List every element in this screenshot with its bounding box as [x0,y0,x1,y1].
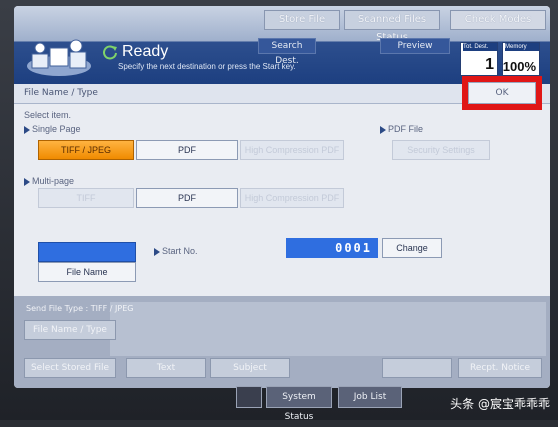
ok-button-highlighted[interactable]: OK [462,76,542,110]
high-compression-pdf-option[interactable]: High Compression PDF [240,140,344,160]
arrow-icon [154,247,160,256]
change-button[interactable]: Change [382,238,442,258]
select-item-label: Select item. [24,110,72,120]
arrow-icon [24,177,30,186]
check-modes-button[interactable]: Check Modes [450,10,546,30]
arrow-icon [380,125,386,134]
text-button[interactable]: Text [126,358,206,378]
file-name-button[interactable]: File Name [38,262,136,282]
start-number-field[interactable]: 0001 [286,238,378,258]
ok-button[interactable]: OK [468,82,536,104]
search-dest-button[interactable]: Search Dest. [258,38,316,66]
watermark-text: 头条 @宸宝乖乖乖 [450,397,550,411]
file-name-type-button[interactable]: File Name / Type [24,320,116,340]
security-settings-button[interactable]: Security Settings [392,140,490,160]
status-row: Ready [102,42,168,62]
multi-page-label: Multi-page [24,176,74,186]
panel-title: File Name / Type [24,88,98,98]
instruction-text: Specify the next destination or press th… [118,62,296,71]
store-file-button[interactable]: Store File [264,10,340,30]
blank-button[interactable] [382,358,452,378]
send-file-type-label: Send File Type : TIFF / JPEG [26,304,134,313]
scanner-screen: Store File Scanned Files Status Check Mo… [14,6,550,388]
scanner-logo-icon [27,39,91,76]
total-destinations-counter: Tot. Dest. 1 [460,42,498,76]
memory-counter: Memory 100% [502,42,540,76]
high-compression-pdf-multi-option[interactable]: High Compression PDF [240,188,344,208]
subject-button[interactable]: Subject [210,358,290,378]
header: Store File Scanned Files Status Check Mo… [14,6,550,84]
select-stored-file-button[interactable]: Select Stored File [24,358,116,378]
preview-button[interactable]: Preview [380,38,450,54]
pdf-multi-option[interactable]: PDF [136,188,238,208]
scanned-files-status-button[interactable]: Scanned Files Status [344,10,440,43]
job-list-button[interactable]: Job List [338,386,402,408]
ready-refresh-icon [103,45,117,60]
single-page-label: Single Page [24,124,81,134]
file-name-field[interactable] [38,242,136,262]
tiff-jpeg-option[interactable]: TIFF / JPEG [38,140,134,160]
status-text: Ready [122,43,169,60]
pdf-file-label: PDF File [380,124,423,134]
pdf-option[interactable]: PDF [136,140,238,160]
start-number-label: Start No. [154,246,198,256]
footer-decor-icon [236,386,262,408]
tiff-multi-option[interactable]: TIFF [38,188,134,208]
arrow-icon [24,125,30,134]
receipt-notice-button[interactable]: Recpt. Notice [458,358,542,378]
bottom-panel: Send File Type : TIFF / JPEG File Name /… [14,296,550,388]
bottom-info-panel [110,302,546,356]
system-status-button[interactable]: System Status [266,386,332,422]
